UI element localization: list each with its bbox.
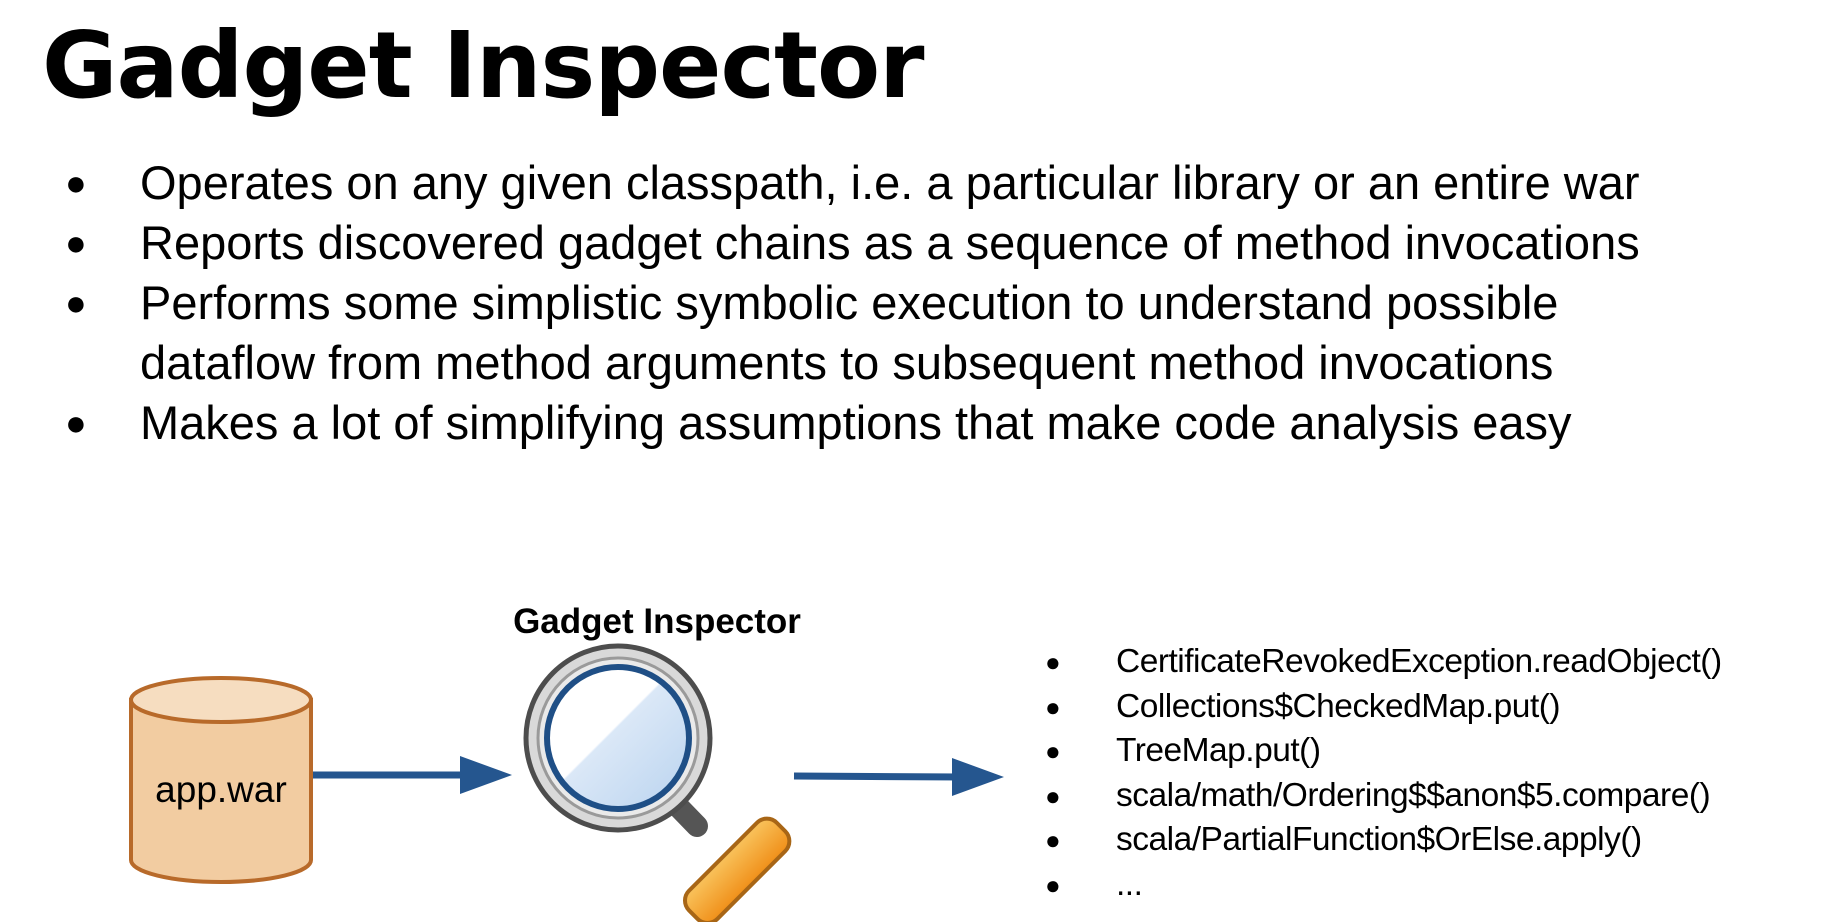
bullet-dot-icon: ●: [65, 402, 87, 443]
arrow-right-icon: [793, 758, 1004, 796]
chain-step-text: TreeMap.put(): [1116, 732, 1321, 770]
bullet-text: Makes a lot of simplifying assumptions t…: [140, 396, 1572, 449]
chain-step-text: scala/math/Ordering$$anon$5.compare(): [1116, 776, 1711, 814]
bullet-item: ● Makes a lot of simplifying assumptions …: [62, 393, 1822, 453]
bullet-dot-icon: ●: [1045, 869, 1061, 900]
bullet-dot-icon: ●: [1045, 647, 1061, 677]
bullet-text: Operates on any given classpath, i.e. a …: [140, 156, 1640, 209]
arrow-right-icon: [313, 756, 512, 794]
chain-step-text: scala/PartialFunction$OrElse.apply(): [1116, 821, 1642, 859]
chain-step-text: CertificateRevokedException.readObject(): [1116, 643, 1722, 680]
input-label: app.war: [155, 769, 287, 810]
bullet-dot-icon: ●: [1045, 736, 1061, 767]
bullet-dot-icon: ●: [1045, 691, 1061, 722]
bullet-dot-icon: ●: [65, 162, 87, 203]
chain-step-text: ...: [1116, 865, 1143, 903]
bullet-text: Performs some simplistic symbolic execut…: [140, 276, 1559, 389]
bullet-text: Reports discovered gadget chains as a se…: [140, 216, 1640, 269]
bullet-dot-icon: ●: [1045, 780, 1061, 811]
bullet-list: ● Operates on any given classpath, i.e. a…: [62, 153, 1822, 453]
chain-step-text: Collections$CheckedMap.put(): [1116, 687, 1561, 725]
bullet-dot-icon: ●: [1045, 825, 1061, 856]
bullet-dot-icon: ●: [65, 222, 87, 263]
chain-step: ● scala/PartialFunction$OrElse.apply(): [1040, 818, 1722, 863]
slide-title: Gadget Inspector: [42, 12, 925, 119]
bullet-item: ● Operates on any given classpath, i.e. a…: [62, 153, 1822, 213]
chain-step: ●...: [1040, 863, 1722, 908]
gadget-chain-list: ● CertificateRevokedException.readObject(…: [1040, 640, 1722, 908]
bullet-item: ● Reports discovered gadget chains as a s…: [62, 213, 1822, 273]
bullet-dot-icon: ●: [65, 282, 87, 323]
bullet-item: ● Performs some simplistic symbolic execu…: [62, 273, 1822, 393]
tool-label: Gadget Inspector: [513, 602, 801, 641]
magnifying-glass-icon: [523, 643, 792, 922]
chain-step: ● Collections$CheckedMap.put(): [1040, 685, 1722, 730]
chain-step: ● scala/math/Ordering$$anon$5.compare(): [1040, 774, 1722, 819]
chain-step: ● TreeMap.put(): [1040, 729, 1722, 774]
chain-step: ● CertificateRevokedException.readObject(…: [1040, 640, 1722, 685]
